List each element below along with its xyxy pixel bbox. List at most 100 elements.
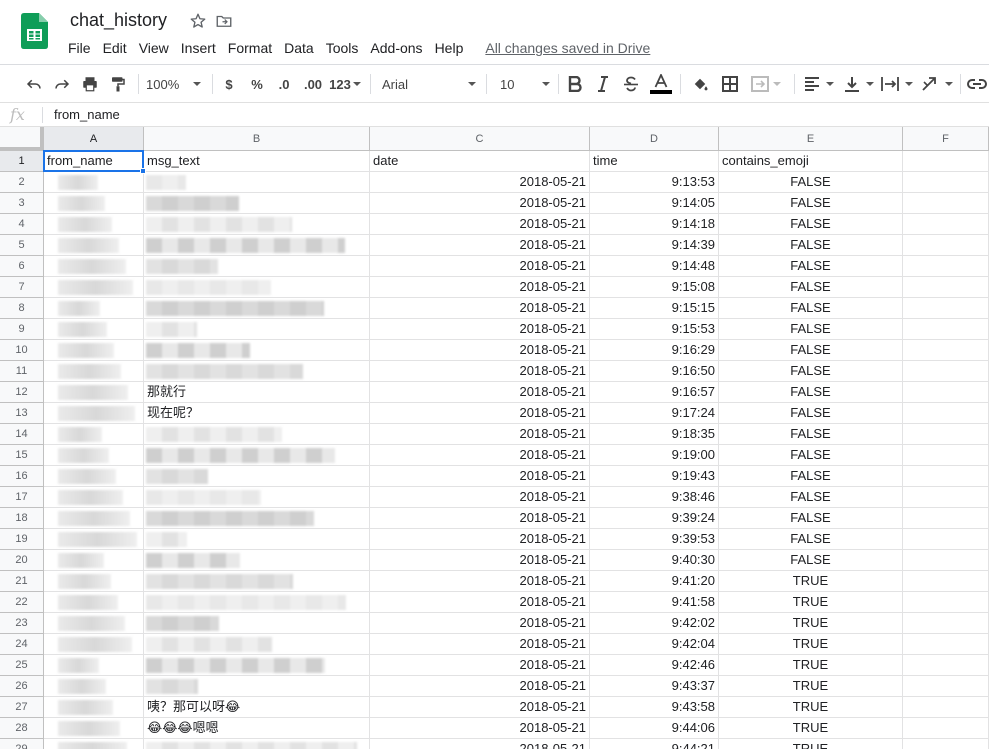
row-header[interactable]: 11: [0, 361, 44, 382]
cell-d8[interactable]: 9:15:15: [590, 298, 719, 319]
cell-a29[interactable]: [44, 739, 144, 749]
cell-a19[interactable]: [44, 529, 144, 550]
row-header[interactable]: 3: [0, 193, 44, 214]
increase-decimal-button[interactable]: .00: [300, 71, 326, 97]
cell-c13[interactable]: 2018-05-21: [370, 403, 590, 424]
select-all-corner[interactable]: [0, 127, 44, 151]
row-header[interactable]: 25: [0, 655, 44, 676]
cell-f28[interactable]: [903, 718, 989, 739]
fill-handle[interactable]: [140, 168, 146, 174]
italic-icon[interactable]: [594, 71, 612, 97]
cell-f6[interactable]: [903, 256, 989, 277]
cell-f17[interactable]: [903, 487, 989, 508]
row-header[interactable]: 6: [0, 256, 44, 277]
cell-d26[interactable]: 9:43:37: [590, 676, 719, 697]
row-header[interactable]: 13: [0, 403, 44, 424]
cell-b22[interactable]: [144, 592, 370, 613]
cell-d20[interactable]: 9:40:30: [590, 550, 719, 571]
cell-d29[interactable]: 9:44:21: [590, 739, 719, 749]
cell-d18[interactable]: 9:39:24: [590, 508, 719, 529]
cell-e28[interactable]: TRUE: [719, 718, 903, 739]
cell-c8[interactable]: 2018-05-21: [370, 298, 590, 319]
cell-f12[interactable]: [903, 382, 989, 403]
cell-a17[interactable]: [44, 487, 144, 508]
row-header[interactable]: 15: [0, 445, 44, 466]
cell-f2[interactable]: [903, 172, 989, 193]
column-header-c[interactable]: C: [370, 127, 590, 151]
cell-c1[interactable]: date: [370, 151, 590, 172]
cell-e2[interactable]: FALSE: [719, 172, 903, 193]
cell-b3[interactable]: [144, 193, 370, 214]
cell-c29[interactable]: 2018-05-21: [370, 739, 590, 749]
cell-b11[interactable]: [144, 361, 370, 382]
cell-d10[interactable]: 9:16:29: [590, 340, 719, 361]
cell-d23[interactable]: 9:42:02: [590, 613, 719, 634]
cell-d21[interactable]: 9:41:20: [590, 571, 719, 592]
fill-color-icon[interactable]: [690, 71, 710, 97]
cell-d1[interactable]: time: [590, 151, 719, 172]
row-header[interactable]: 19: [0, 529, 44, 550]
row-header[interactable]: 9: [0, 319, 44, 340]
cell-d25[interactable]: 9:42:46: [590, 655, 719, 676]
text-color-icon[interactable]: [650, 71, 672, 97]
cell-a15[interactable]: [44, 445, 144, 466]
more-formats-button[interactable]: 123: [328, 71, 362, 97]
horizontal-align-icon[interactable]: [802, 71, 836, 97]
cell-b23[interactable]: [144, 613, 370, 634]
cell-d5[interactable]: 9:14:39: [590, 235, 719, 256]
cell-e14[interactable]: FALSE: [719, 424, 903, 445]
cell-b27[interactable]: 咦？那可以呀😂: [144, 697, 370, 718]
cell-c22[interactable]: 2018-05-21: [370, 592, 590, 613]
cell-d9[interactable]: 9:15:53: [590, 319, 719, 340]
cell-d7[interactable]: 9:15:08: [590, 277, 719, 298]
cell-c21[interactable]: 2018-05-21: [370, 571, 590, 592]
cell-a27[interactable]: [44, 697, 144, 718]
cell-a9[interactable]: [44, 319, 144, 340]
row-header[interactable]: 8: [0, 298, 44, 319]
cell-f21[interactable]: [903, 571, 989, 592]
vertical-align-icon[interactable]: [842, 71, 876, 97]
cell-e8[interactable]: FALSE: [719, 298, 903, 319]
merge-cells-icon[interactable]: [748, 71, 784, 97]
row-header[interactable]: 1: [0, 151, 44, 172]
row-header[interactable]: 27: [0, 697, 44, 718]
cell-d2[interactable]: 9:13:53: [590, 172, 719, 193]
menu-help[interactable]: Help: [429, 39, 470, 57]
cell-a26[interactable]: [44, 676, 144, 697]
text-wrapping-icon[interactable]: [880, 71, 914, 97]
cell-d22[interactable]: 9:41:58: [590, 592, 719, 613]
cell-f19[interactable]: [903, 529, 989, 550]
cell-b5[interactable]: [144, 235, 370, 256]
menu-edit[interactable]: Edit: [97, 39, 133, 57]
cell-e4[interactable]: FALSE: [719, 214, 903, 235]
font-size-select[interactable]: 10: [494, 71, 552, 97]
cell-e20[interactable]: FALSE: [719, 550, 903, 571]
cell-b20[interactable]: [144, 550, 370, 571]
cell-f3[interactable]: [903, 193, 989, 214]
cell-c15[interactable]: 2018-05-21: [370, 445, 590, 466]
column-header-e[interactable]: E: [719, 127, 903, 151]
strikethrough-icon[interactable]: [622, 71, 640, 97]
cell-a18[interactable]: [44, 508, 144, 529]
cell-c23[interactable]: 2018-05-21: [370, 613, 590, 634]
cell-d24[interactable]: 9:42:04: [590, 634, 719, 655]
row-header[interactable]: 24: [0, 634, 44, 655]
cell-d12[interactable]: 9:16:57: [590, 382, 719, 403]
cell-b7[interactable]: [144, 277, 370, 298]
cell-f29[interactable]: [903, 739, 989, 749]
cell-b4[interactable]: [144, 214, 370, 235]
cell-b14[interactable]: [144, 424, 370, 445]
star-icon[interactable]: [189, 12, 207, 30]
cell-a5[interactable]: [44, 235, 144, 256]
currency-format-button[interactable]: $: [220, 71, 238, 97]
cell-d17[interactable]: 9:38:46: [590, 487, 719, 508]
cell-e15[interactable]: FALSE: [719, 445, 903, 466]
row-header[interactable]: 4: [0, 214, 44, 235]
cell-c9[interactable]: 2018-05-21: [370, 319, 590, 340]
cell-e18[interactable]: FALSE: [719, 508, 903, 529]
percent-format-button[interactable]: %: [248, 71, 266, 97]
move-to-folder-icon[interactable]: [215, 12, 233, 30]
column-header-f[interactable]: F: [903, 127, 989, 151]
cell-b28[interactable]: 😂😂😂嗯嗯: [144, 718, 370, 739]
cell-a7[interactable]: [44, 277, 144, 298]
